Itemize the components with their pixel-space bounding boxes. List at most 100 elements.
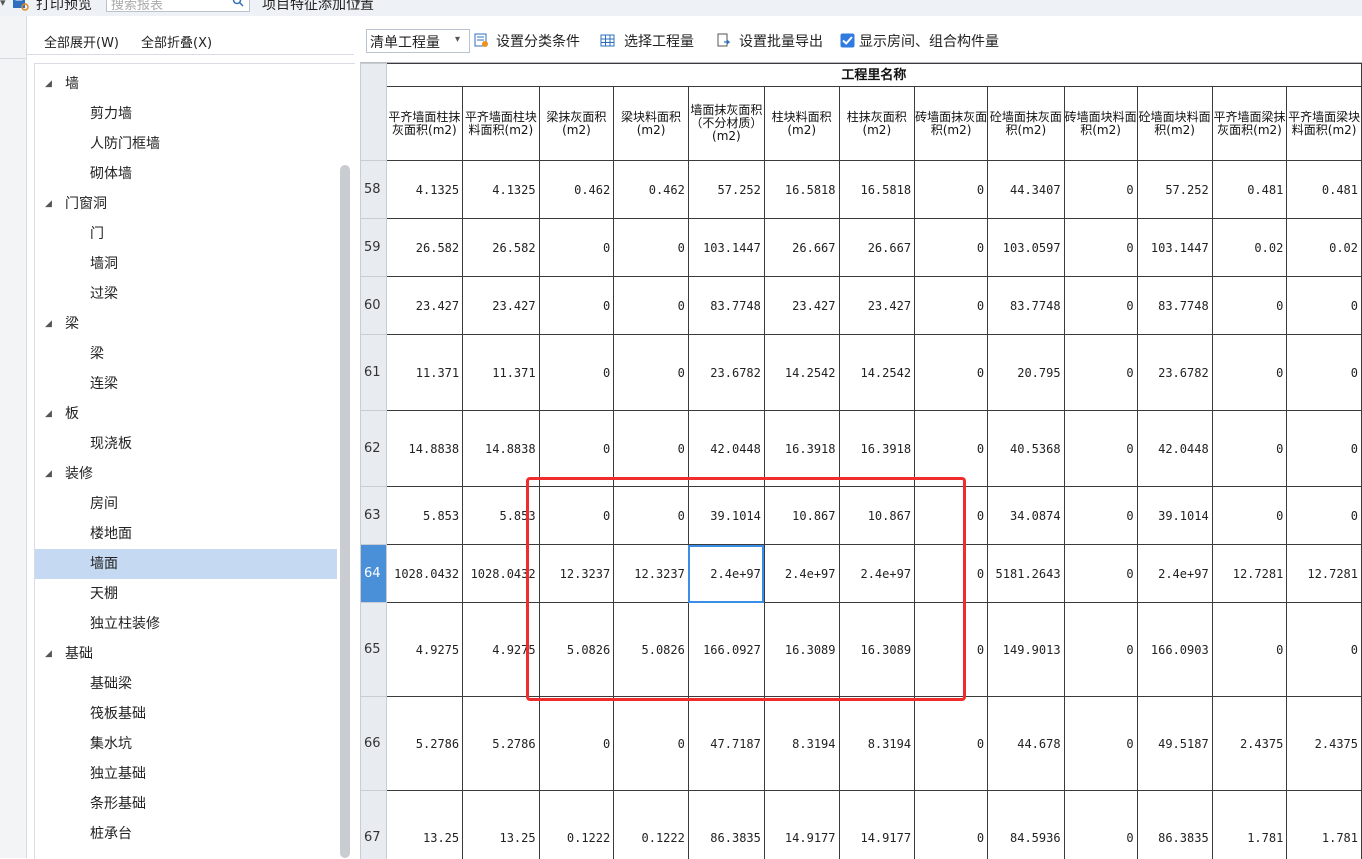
table-cell[interactable]: 4.9275	[463, 603, 539, 697]
table-cell[interactable]: 16.5818	[764, 161, 839, 219]
table-cell[interactable]: 166.0903	[1137, 603, 1212, 697]
table-cell[interactable]: 12.3237	[539, 545, 614, 603]
expand-arrow-icon[interactable]: ◢	[45, 399, 52, 429]
column-header[interactable]: 平齐墙面柱抹灰面积(m2)	[386, 87, 462, 161]
table-cell[interactable]: 5.2786	[386, 697, 462, 791]
tree-item[interactable]: 独立基础	[35, 759, 337, 789]
tree-item[interactable]: 桩承台	[35, 819, 337, 849]
column-header[interactable]: 平齐墙面柱块料面积(m2)	[463, 87, 539, 161]
tree-item[interactable]: 过梁	[35, 279, 337, 309]
tree-item[interactable]: 天棚	[35, 579, 337, 609]
tree-item[interactable]: 房间	[35, 489, 337, 519]
table-cell[interactable]: 0	[539, 487, 614, 545]
expand-all-button[interactable]: 全部展开(W)	[44, 32, 119, 51]
toolbar-dropdown-icon[interactable]: ▾	[0, 0, 6, 9]
show-rooms-checkbox-label[interactable]: 显示房间、组合构件量	[859, 31, 999, 51]
table-cell[interactable]: 23.427	[463, 277, 539, 335]
table-cell[interactable]: 0	[614, 697, 689, 791]
table-cell[interactable]: 14.2542	[764, 335, 839, 411]
table-cell[interactable]: 4.1325	[386, 161, 462, 219]
table-cell[interactable]: 2.4e+97	[839, 545, 915, 603]
table-cell[interactable]: 0	[1064, 277, 1137, 335]
table-cell[interactable]: 5181.2643	[988, 545, 1064, 603]
table-cell[interactable]: 14.2542	[839, 335, 915, 411]
batch-export-icon[interactable]	[716, 33, 731, 48]
tree-item[interactable]: 人防门框墙	[35, 129, 337, 159]
table-cell[interactable]: 0	[1064, 791, 1137, 859]
table-cell[interactable]: 16.3089	[839, 603, 915, 697]
table-cell[interactable]: 57.252	[688, 161, 764, 219]
table-cell[interactable]: 47.7187	[688, 697, 764, 791]
table-cell[interactable]: 1028.0432	[386, 545, 462, 603]
table-cell[interactable]: 0	[614, 219, 689, 277]
table-cell[interactable]: 14.8838	[386, 411, 462, 487]
table-cell[interactable]: 8.3194	[839, 697, 915, 791]
report-search-box[interactable]: 搜索报表	[106, 0, 250, 12]
table-cell[interactable]: 44.678	[988, 697, 1064, 791]
column-header[interactable]: 柱抹灰面积(m2)	[839, 87, 915, 161]
table-cell[interactable]: 0	[1064, 603, 1137, 697]
table-cell[interactable]: 0	[539, 697, 614, 791]
tree-item[interactable]: 梁	[35, 339, 337, 369]
table-cell[interactable]: 0	[1064, 487, 1137, 545]
table-cell[interactable]: 12.7281	[1287, 545, 1362, 603]
table-cell[interactable]: 16.3918	[839, 411, 915, 487]
column-header[interactable]: 砼墙面抹灰面积(m2)	[988, 87, 1064, 161]
tree-item[interactable]: 现浇板	[35, 429, 337, 459]
table-cell[interactable]: 0	[1064, 335, 1137, 411]
table-cell[interactable]: 1.781	[1287, 791, 1362, 859]
tree-item[interactable]: 独立柱装修	[35, 609, 337, 639]
table-cell[interactable]: 2.4375	[1287, 697, 1362, 791]
table-cell[interactable]: 0	[539, 411, 614, 487]
table-cell[interactable]: 5.0826	[539, 603, 614, 697]
table-cell[interactable]: 0	[1212, 487, 1287, 545]
expand-arrow-icon[interactable]: ◢	[45, 189, 52, 219]
table-cell[interactable]: 13.25	[386, 791, 462, 859]
table-cell[interactable]: 0	[1064, 219, 1137, 277]
table-cell[interactable]: 2.4e+97	[1137, 545, 1212, 603]
table-cell[interactable]: 0	[915, 335, 988, 411]
table-cell[interactable]: 11.371	[463, 335, 539, 411]
table-cell[interactable]: 0.1222	[614, 791, 689, 859]
table-cell[interactable]: 0	[614, 487, 689, 545]
table-cell[interactable]: 8.3194	[764, 697, 839, 791]
table-cell[interactable]: 44.3407	[988, 161, 1064, 219]
table-cell[interactable]: 23.427	[839, 277, 915, 335]
table-cell[interactable]: 0	[1212, 603, 1287, 697]
print-preview-button[interactable]: 打印预览	[36, 0, 92, 14]
table-cell[interactable]: 42.0448	[688, 411, 764, 487]
table-cell[interactable]: 23.6782	[688, 335, 764, 411]
category-settings-icon[interactable]	[474, 33, 489, 48]
table-cell[interactable]: 5.853	[463, 487, 539, 545]
table-cell[interactable]: 0	[614, 411, 689, 487]
table-cell[interactable]: 40.5368	[988, 411, 1064, 487]
table-cell[interactable]: 49.5187	[1137, 697, 1212, 791]
table-cell[interactable]: 23.6782	[1137, 335, 1212, 411]
table-cell[interactable]: 0	[915, 545, 988, 603]
table-cell[interactable]: 0	[915, 219, 988, 277]
row-number[interactable]: 63	[361, 487, 387, 545]
column-header[interactable]: 砖墙面块料面积(m2)	[1064, 87, 1137, 161]
tree-group[interactable]: ◢板	[35, 399, 337, 429]
table-cell[interactable]: 0	[1064, 697, 1137, 791]
table-cell[interactable]: 83.7748	[688, 277, 764, 335]
table-cell[interactable]: 57.252	[1137, 161, 1212, 219]
table-cell[interactable]: 103.0597	[988, 219, 1064, 277]
expand-arrow-icon[interactable]: ◢	[45, 459, 52, 489]
table-cell[interactable]: 10.867	[764, 487, 839, 545]
table-cell[interactable]: 0	[915, 791, 988, 859]
table-cell[interactable]: 0	[614, 277, 689, 335]
table-cell[interactable]: 0.02	[1287, 219, 1362, 277]
table-cell[interactable]: 0	[915, 487, 988, 545]
table-cell[interactable]: 0	[1287, 335, 1362, 411]
table-cell[interactable]: 83.7748	[988, 277, 1064, 335]
table-cell[interactable]: 0	[1064, 161, 1137, 219]
quantity-mode-select[interactable]: 清单工程量 ▾	[366, 29, 470, 53]
expand-arrow-icon[interactable]: ◢	[45, 69, 52, 99]
column-header[interactable]: 柱块料面积(m2)	[764, 87, 839, 161]
table-cell[interactable]: 0.02	[1212, 219, 1287, 277]
tree-item[interactable]: 基础梁	[35, 669, 337, 699]
tree-item[interactable]: 连梁	[35, 369, 337, 399]
table-cell[interactable]: 84.5936	[988, 791, 1064, 859]
table-cell[interactable]: 103.1447	[688, 219, 764, 277]
